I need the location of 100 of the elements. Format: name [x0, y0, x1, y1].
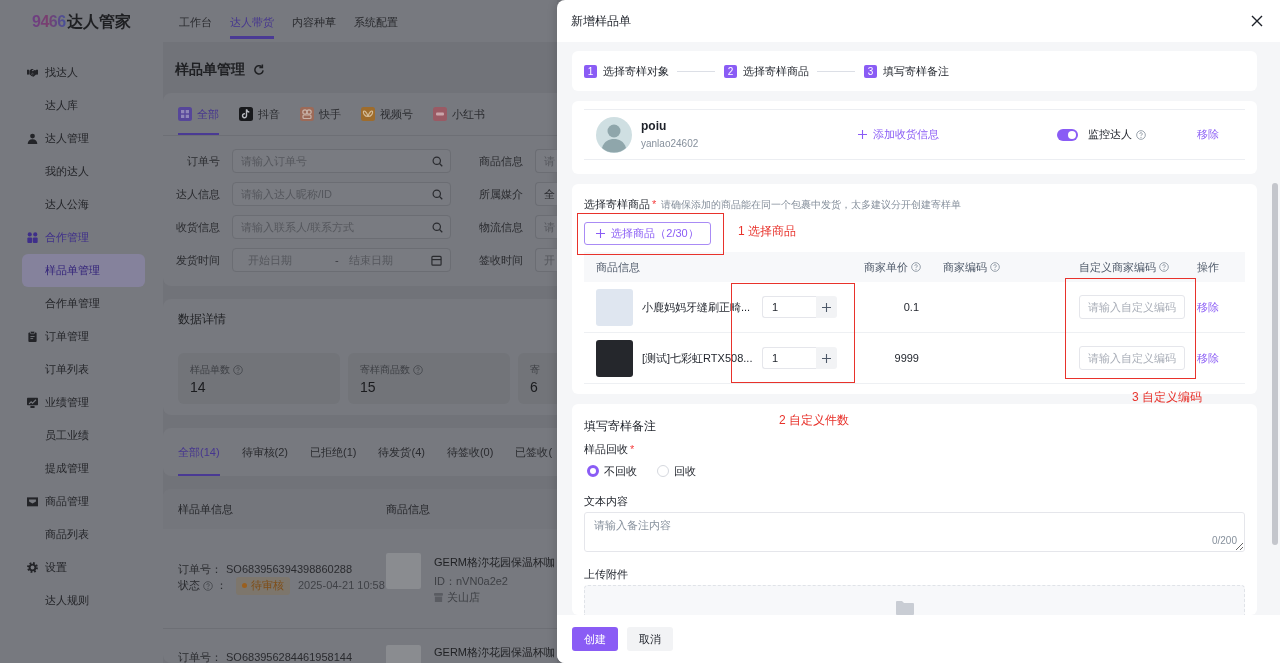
radio-button[interactable] [587, 465, 599, 477]
drawer-title: 新增样品单 [571, 12, 631, 30]
sidebar-item[interactable]: 合作单管理 [22, 287, 145, 320]
platform-tab[interactable]: 小红书 [433, 93, 485, 135]
music-note-icon [239, 107, 253, 121]
sidebar-item[interactable]: 订单列表 [22, 353, 145, 386]
status-label: 状态 [178, 579, 200, 592]
handshake-icon [27, 67, 38, 78]
video-camera-icon [300, 107, 314, 121]
page-title: 样品单管理 [175, 61, 245, 79]
status-tab[interactable]: 全部(14) [178, 428, 220, 476]
radio-label[interactable]: 不回收 [604, 463, 637, 479]
stat-value: 14 [190, 379, 207, 396]
sidebar-group-item[interactable]: 达人管理 [22, 122, 145, 155]
column-header: 样品单信息 [178, 501, 234, 517]
sidebar-group-item[interactable]: 合作管理 [22, 221, 145, 254]
sidebar-item[interactable]: 员工业绩 [22, 419, 145, 452]
add-address-link[interactable]: 添加收货信息 [858, 127, 939, 142]
sidebar-item[interactable]: 商品列表 [22, 518, 145, 551]
quantity-input[interactable]: 1 [762, 347, 816, 369]
sidebar-group-item[interactable]: 业绩管理 [22, 386, 145, 419]
sidebar-group-item[interactable]: 找达人 [22, 56, 145, 89]
nav-tab[interactable]: 内容种草 [291, 14, 336, 39]
step-label: 选择寄样商品 [743, 63, 809, 79]
sidebar-item[interactable]: 达人库 [22, 89, 145, 122]
step-number: 3 [864, 64, 877, 78]
search-icon [432, 155, 443, 167]
settings-icon [27, 562, 38, 573]
field-label: 上传附件 [584, 567, 628, 581]
scrollbar-thumb[interactable] [1272, 183, 1278, 545]
increment-button[interactable] [816, 296, 837, 318]
filter-label: 商品信息 [479, 153, 523, 169]
creator-handle: yanlao24602 [641, 138, 699, 150]
increment-button[interactable] [816, 347, 837, 369]
remove-link[interactable]: 移除 [1197, 127, 1219, 142]
status-tab[interactable]: 已拒绝(1) [310, 428, 357, 476]
sidebar-group-item[interactable]: 商品管理 [22, 485, 145, 518]
sidebar-group-item[interactable]: 设置 [22, 551, 145, 584]
cancel-button[interactable]: 取消 [627, 627, 673, 651]
sidebar-item[interactable]: 提成管理 [22, 452, 145, 485]
order-number-label: 订单号： [178, 651, 222, 663]
filter-field[interactable]: 全 [535, 182, 557, 206]
sidebar-item[interactable]: 样品单管理 [22, 254, 145, 287]
platform-tab[interactable]: 快手 [300, 93, 341, 135]
people-icon [27, 232, 38, 243]
custom-code-input[interactable]: 请输入自定义编码 [1079, 346, 1185, 370]
plus-icon [822, 302, 831, 312]
calendar-icon [431, 254, 442, 266]
column-header: 商品信息 [596, 259, 640, 275]
annotation-label: 2 自定义件数 [779, 413, 849, 427]
sidebar-item[interactable]: 达人规则 [22, 584, 145, 617]
status-tab[interactable]: 待签收(0) [446, 428, 494, 476]
field-label: 样品回收 [584, 442, 628, 456]
filter-label: 所属媒介 [479, 186, 523, 202]
platform-tab[interactable]: 全部 [178, 93, 219, 135]
remove-link[interactable]: 移除 [1197, 299, 1219, 315]
quantity-input[interactable]: 1 [762, 296, 816, 318]
select-products-button[interactable]: 选择商品（2/30） [584, 222, 711, 245]
filter-label: 订单号 [186, 153, 220, 169]
column-header: 自定义商家编码 [1079, 259, 1156, 275]
sidebar-item[interactable]: 达人公海 [22, 188, 145, 221]
status-dot-icon [242, 583, 247, 588]
product-photo [596, 288, 633, 326]
remove-link[interactable]: 移除 [1197, 350, 1219, 366]
section-title: 数据详情 [178, 311, 227, 327]
nav-tab[interactable]: 达人带货 [229, 14, 274, 39]
custom-code-input[interactable]: 请输入自定义编码 [1079, 295, 1185, 319]
status-tab[interactable]: 待发货(4) [378, 428, 425, 476]
plus-icon [596, 229, 606, 238]
sidebar-group-item[interactable]: 订单管理 [22, 320, 145, 353]
folder-icon [895, 601, 914, 615]
close-icon[interactable] [1251, 15, 1263, 27]
sidebar-item[interactable]: 我的达人 [22, 155, 145, 188]
column-header: 商品信息 [386, 501, 430, 517]
status-tab[interactable]: 待审核(2) [241, 428, 288, 476]
order-number: SO683956394398860288 [226, 562, 352, 576]
create-button[interactable]: 创建 [572, 627, 618, 651]
section-title: 选择寄样商品 [584, 198, 650, 210]
annotation-label: 3 自定义编码 [1132, 390, 1202, 404]
butterfly-icon [361, 107, 375, 121]
nav-tab[interactable]: 工作台 [178, 14, 212, 39]
platform-tab[interactable]: 视频号 [361, 93, 413, 135]
unit-price: 9999 [894, 352, 919, 364]
status-tab[interactable]: 已签收( [515, 428, 553, 476]
filter-label: 发货时间 [176, 252, 220, 268]
radio-label[interactable]: 回收 [674, 463, 696, 479]
platform-tab[interactable]: 抖音 [239, 93, 280, 135]
date-separator: - [335, 254, 339, 266]
creator-name: poiu [641, 119, 668, 133]
field-label: 文本内容 [584, 494, 628, 508]
monitor-toggle[interactable] [1057, 128, 1078, 141]
filter-label: 收货信息 [176, 219, 220, 235]
step-number: 2 [724, 64, 737, 78]
stat-value: 6 [530, 379, 539, 396]
chart-icon [27, 397, 38, 408]
help-icon [1136, 129, 1146, 140]
column-header: 商家编码 [943, 259, 987, 275]
order-number-label: 订单号： [178, 562, 222, 576]
refresh-icon[interactable] [253, 64, 265, 76]
nav-tab[interactable]: 系统配置 [353, 14, 398, 39]
